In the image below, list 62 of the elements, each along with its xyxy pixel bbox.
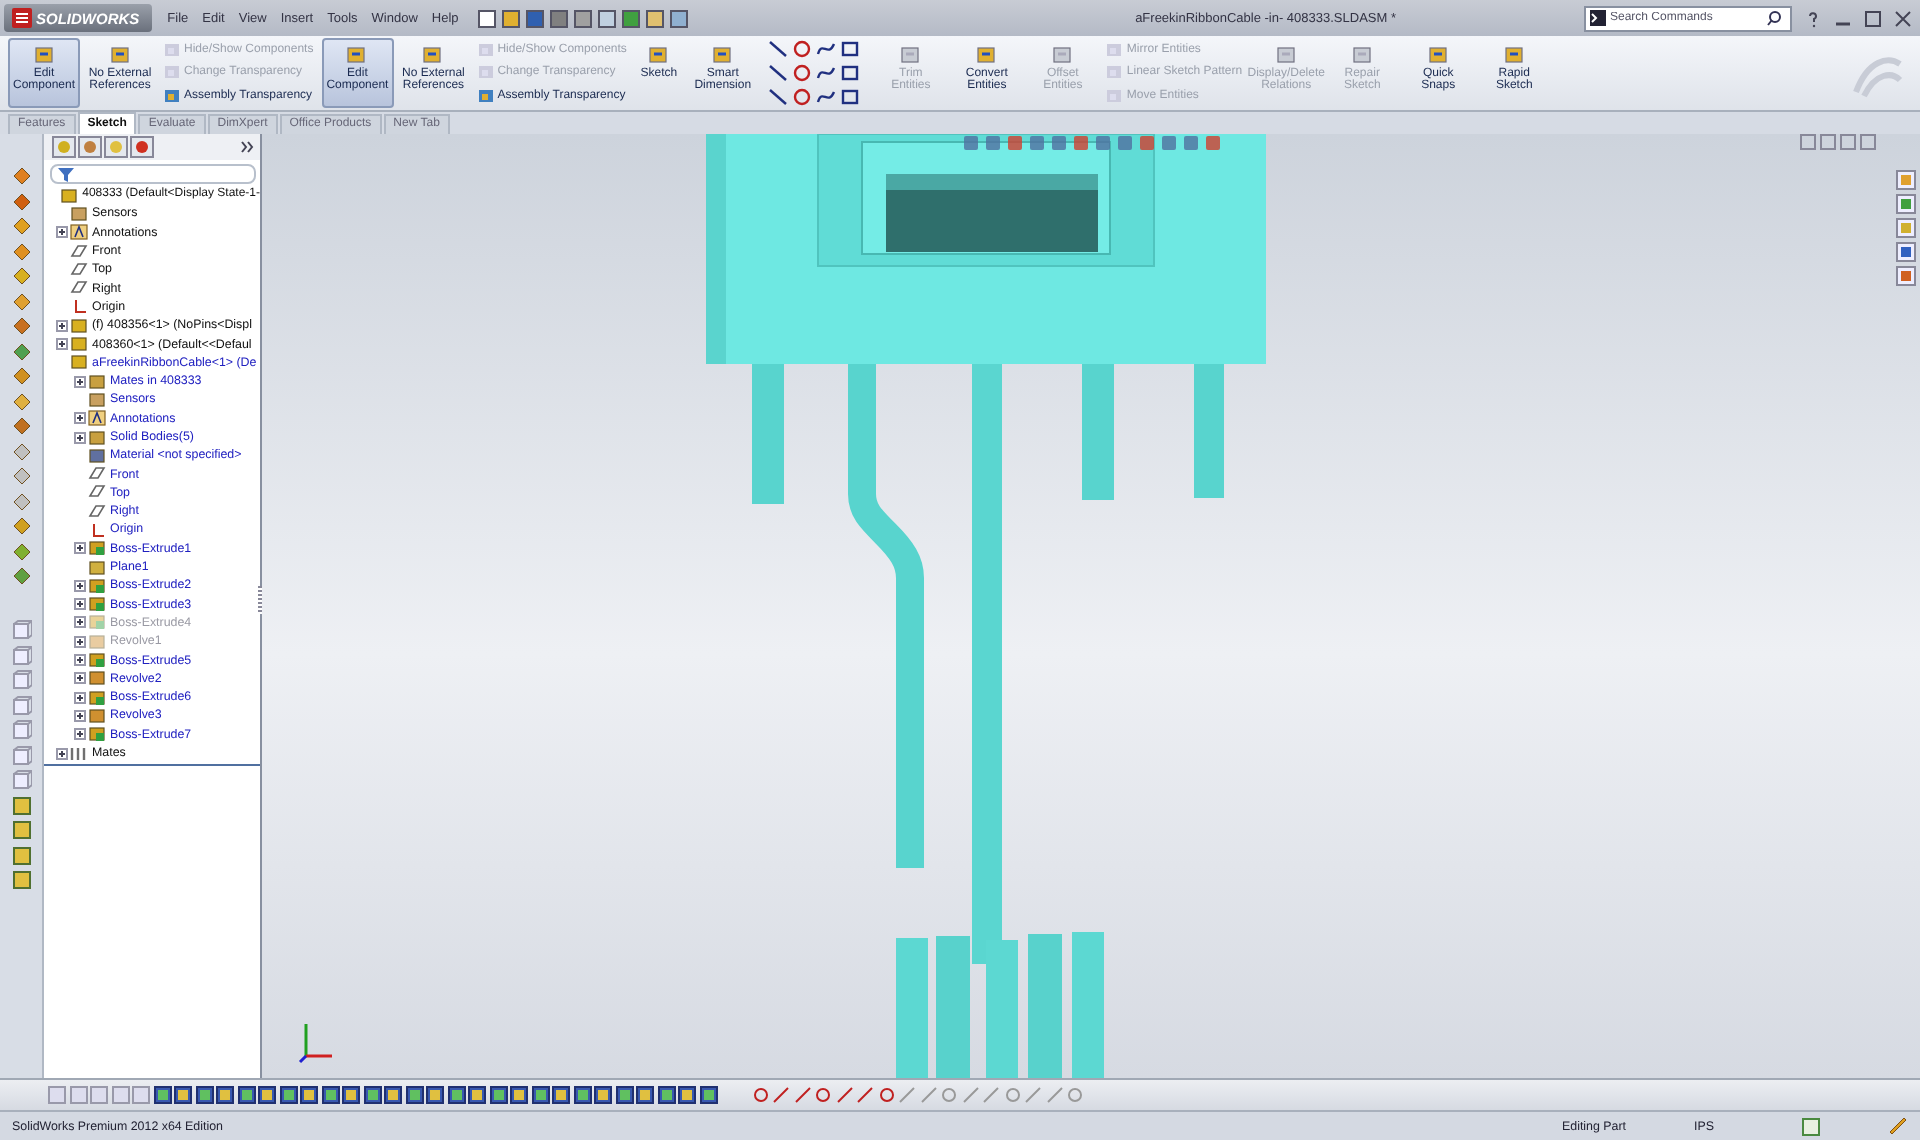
search-icon xyxy=(1766,10,1782,26)
command-icon xyxy=(1275,44,1298,66)
command-icon xyxy=(346,44,369,66)
sketch-tool-icon[interactable] xyxy=(768,40,789,59)
sketch-tool-icon[interactable] xyxy=(768,63,789,82)
origin-icon xyxy=(88,521,106,538)
logo-icon xyxy=(12,8,32,28)
command-icon xyxy=(711,44,734,66)
coordinate-triad-icon xyxy=(298,1024,332,1064)
filter-field[interactable] xyxy=(50,164,256,184)
command-icon xyxy=(1503,44,1526,66)
expand-toggle-icon[interactable] xyxy=(74,635,86,648)
expand-toggle-icon[interactable] xyxy=(56,226,68,239)
sketch-tool-icon[interactable] xyxy=(792,40,813,59)
command-prompt-icon xyxy=(1590,10,1606,26)
expand-toggle-icon[interactable] xyxy=(56,319,68,332)
expand-toggle-icon[interactable] xyxy=(74,431,86,443)
feature-icon xyxy=(70,745,88,762)
panel-tab-icon[interactable] xyxy=(52,136,76,158)
expand-toggle-icon[interactable] xyxy=(74,728,86,741)
close-icon[interactable] xyxy=(1894,9,1912,27)
panel-tab-icon[interactable] xyxy=(104,136,128,158)
command-icon xyxy=(33,44,55,66)
command-icon xyxy=(422,44,445,66)
expand-toggle-icon[interactable] xyxy=(74,672,86,685)
command-icon xyxy=(1427,44,1450,66)
origin-icon xyxy=(70,298,88,315)
expand-toggle-icon[interactable] xyxy=(74,542,86,555)
annotation-icon xyxy=(70,224,88,241)
command-icon xyxy=(899,44,922,66)
sketch-tool-icon[interactable] xyxy=(816,87,837,106)
annotation-icon xyxy=(88,410,106,427)
sketch-tool-icon[interactable] xyxy=(840,87,861,106)
maximize-icon[interactable] xyxy=(1864,9,1882,27)
expand-chevron-icon[interactable] xyxy=(240,140,254,154)
brand-watermark-icon xyxy=(1848,52,1908,100)
expand-toggle-icon[interactable] xyxy=(74,616,86,629)
command-icon xyxy=(109,44,131,66)
command-icon xyxy=(1351,44,1374,66)
sketch-tool-icon[interactable] xyxy=(768,87,789,106)
expand-toggle-icon[interactable] xyxy=(74,598,86,611)
expand-toggle-icon[interactable] xyxy=(74,654,86,667)
rebuild-icon[interactable] xyxy=(1888,1116,1908,1136)
sketch-tool-icon[interactable] xyxy=(792,63,813,82)
command-icon xyxy=(1051,44,1074,66)
expand-toggle-icon[interactable] xyxy=(74,691,86,704)
sketch-tool-icon[interactable] xyxy=(816,40,837,59)
expand-toggle-icon[interactable] xyxy=(56,747,68,760)
panel-tab-icon[interactable] xyxy=(130,136,154,158)
expand-toggle-icon[interactable] xyxy=(74,412,86,425)
sketch-tool-icon[interactable] xyxy=(816,63,837,82)
expand-toggle-icon[interactable] xyxy=(74,709,86,722)
sketch-tool-icon[interactable] xyxy=(840,63,861,82)
filter-icon xyxy=(58,167,74,181)
command-icon xyxy=(975,44,998,66)
sketch-tool-icon[interactable] xyxy=(840,40,861,59)
command-icon xyxy=(647,44,670,66)
expand-toggle-icon[interactable] xyxy=(56,338,68,351)
panel-tab-icon[interactable] xyxy=(78,136,102,158)
expand-toggle-icon[interactable] xyxy=(74,579,86,592)
expand-toggle-icon[interactable] xyxy=(74,375,86,388)
sketch-tool-icon[interactable] xyxy=(792,87,813,106)
